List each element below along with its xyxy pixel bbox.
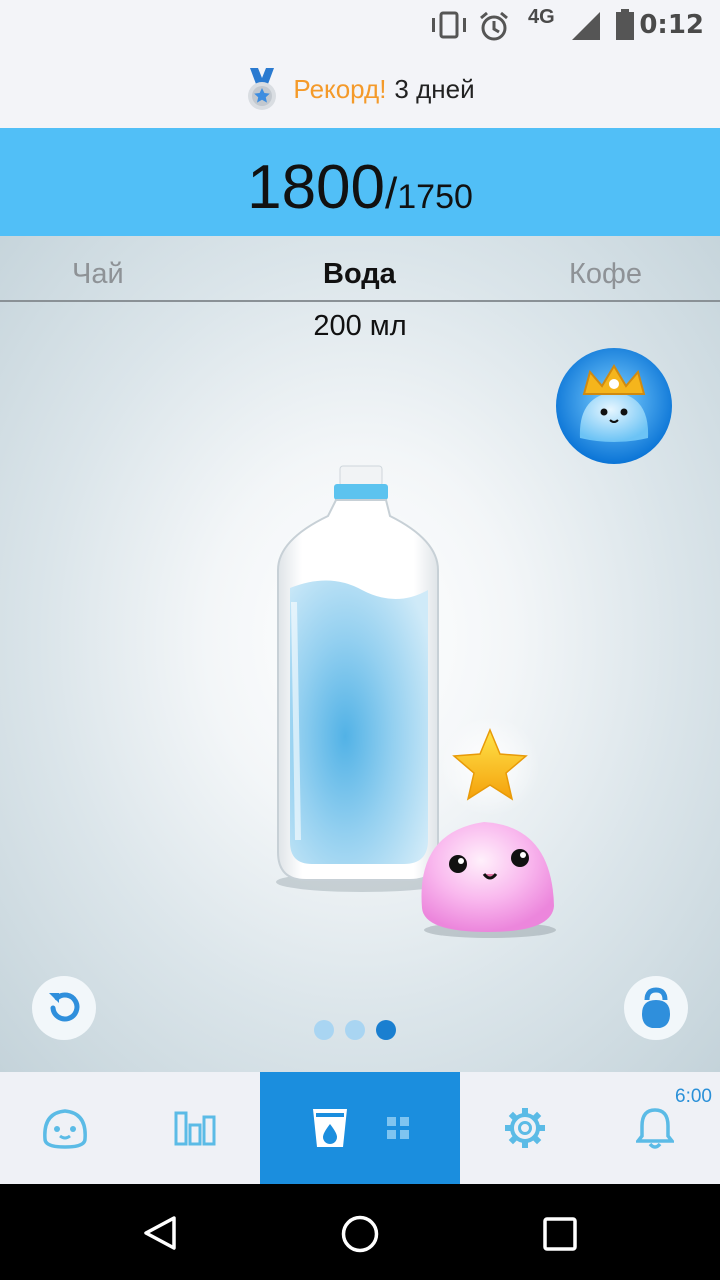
nav-stats[interactable] bbox=[130, 1072, 260, 1184]
volume-label: 200 мл bbox=[313, 310, 407, 342]
page-dot[interactable] bbox=[314, 1020, 334, 1040]
tab-coffee[interactable]: Кофе bbox=[569, 258, 642, 291]
network-type: 4G bbox=[528, 6, 555, 28]
undo-icon bbox=[49, 992, 80, 1022]
gear-icon bbox=[505, 1108, 545, 1148]
undo-button[interactable] bbox=[32, 976, 96, 1040]
page-dot-active[interactable] bbox=[376, 1020, 396, 1040]
nav-reminders[interactable]: 6:00 bbox=[590, 1072, 720, 1184]
drink-area: Чай Вода Кофе 200 мл bbox=[0, 236, 720, 1072]
status-bar: 4G 0:12 bbox=[0, 0, 720, 50]
system-nav-bar bbox=[0, 1184, 720, 1280]
record-banner: Рекорд! 3 дней bbox=[0, 50, 720, 128]
smiley-icon bbox=[43, 1109, 87, 1149]
tab-water[interactable]: Вода bbox=[323, 258, 396, 291]
nav-mascot[interactable] bbox=[0, 1072, 130, 1184]
pink-mascot[interactable] bbox=[412, 808, 564, 940]
home-icon[interactable] bbox=[340, 1214, 380, 1254]
bar-chart-icon bbox=[174, 1111, 216, 1146]
kettlebell-icon bbox=[642, 987, 670, 1028]
signal-icon bbox=[572, 12, 600, 40]
recents-icon[interactable] bbox=[542, 1216, 578, 1252]
progress-separator: / bbox=[385, 169, 398, 218]
page-dot[interactable] bbox=[345, 1020, 365, 1040]
nav-drink[interactable] bbox=[260, 1072, 460, 1184]
current-intake: 1800 bbox=[247, 153, 386, 222]
page-indicator bbox=[314, 1020, 396, 1040]
clock: 0:12 bbox=[639, 10, 704, 40]
vibrate-icon bbox=[432, 11, 466, 39]
daily-goal: 1750 bbox=[397, 178, 473, 216]
record-value: 3 дней bbox=[394, 73, 475, 104]
star-icon bbox=[440, 716, 540, 816]
drink-tabs: Чай Вода Кофе bbox=[0, 236, 720, 302]
bell-icon bbox=[636, 1108, 674, 1149]
record-label: Рекорд! bbox=[293, 73, 387, 104]
reminder-time: 6:00 bbox=[675, 1086, 712, 1107]
daily-progress: 1800 / 1750 bbox=[0, 128, 720, 236]
nav-settings[interactable] bbox=[460, 1072, 590, 1184]
battery-icon bbox=[616, 9, 634, 40]
bottom-nav: 6:00 bbox=[0, 1072, 720, 1184]
medal-icon bbox=[248, 68, 277, 110]
king-mascot-badge[interactable] bbox=[554, 346, 674, 466]
weight-button[interactable] bbox=[624, 976, 688, 1040]
alarm-clock-icon bbox=[480, 11, 508, 41]
tab-tea[interactable]: Чай bbox=[72, 258, 124, 291]
app-screen: 4G 0:12 Рекорд! 3 дней 1800 / 1750 Чай В… bbox=[0, 0, 720, 1280]
back-icon[interactable] bbox=[142, 1214, 180, 1252]
drink-types-grid-icon[interactable] bbox=[386, 1116, 410, 1140]
glass-icon bbox=[313, 1109, 347, 1147]
